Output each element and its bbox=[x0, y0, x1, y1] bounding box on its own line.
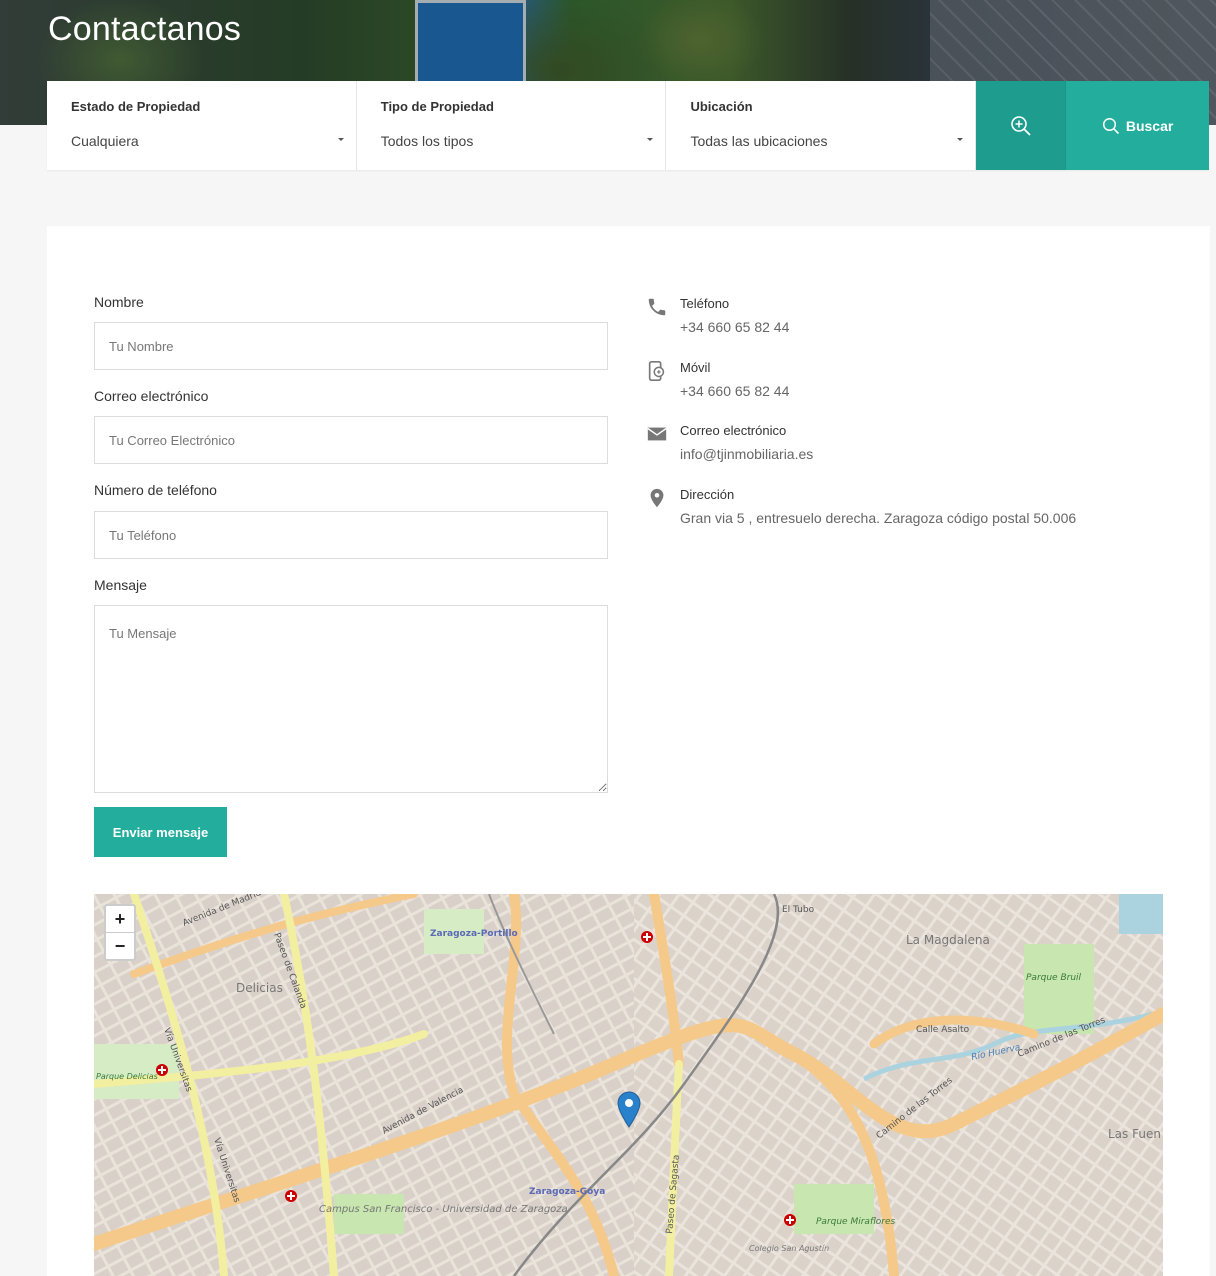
map-water bbox=[1119, 894, 1163, 934]
contact-card: Nombre Correo electrónico Número de telé… bbox=[47, 226, 1210, 1276]
contact-address-value: Gran via 5 , entresuelo derecha. Zaragoz… bbox=[680, 510, 1077, 526]
map-label: Parque Miraflores bbox=[816, 1217, 895, 1227]
type-select-value: Todos los tipos bbox=[380, 133, 474, 149]
search-icon bbox=[1102, 117, 1119, 134]
status-select-label: Estado de Propiedad bbox=[71, 99, 201, 114]
send-message-button[interactable]: Enviar mensaje bbox=[94, 807, 227, 857]
map-pin-icon bbox=[650, 488, 664, 508]
advanced-search-button[interactable] bbox=[976, 81, 1067, 170]
status-select[interactable]: Estado de Propiedad Cualquiera bbox=[47, 81, 357, 170]
contact-address-title: Dirección bbox=[680, 487, 735, 502]
location-select[interactable]: Ubicación Todas las ubicaciones bbox=[666, 81, 977, 170]
zoom-plus-icon bbox=[1010, 115, 1031, 136]
page-title: Contactanos bbox=[48, 10, 242, 48]
name-input[interactable] bbox=[94, 322, 608, 370]
search-button-label: Buscar bbox=[1125, 117, 1174, 134]
name-label: Nombre bbox=[94, 294, 144, 310]
contact-mobile-title: Móvil bbox=[680, 360, 711, 375]
location-map[interactable]: Avenida de Madrid Zaragoza-Portillo Deli… bbox=[94, 894, 1163, 1276]
contact-email-title: Correo electrónico bbox=[680, 423, 787, 438]
mail-icon bbox=[647, 427, 667, 441]
chevron-down-icon bbox=[957, 138, 964, 141]
chevron-down-icon bbox=[337, 138, 344, 141]
zoom-in-button[interactable]: + bbox=[106, 906, 134, 932]
map-label: Campus San Francisco - Universidad de Za… bbox=[319, 1204, 568, 1215]
chevron-down-icon bbox=[647, 138, 654, 141]
map-label: Calle Asalto bbox=[916, 1025, 970, 1035]
contact-mobile-value[interactable]: +34 660 65 82 44 bbox=[680, 383, 789, 399]
hospital-icon bbox=[784, 1214, 796, 1226]
map-label: Parque Bruil bbox=[1026, 973, 1082, 983]
hospital-icon bbox=[285, 1190, 297, 1202]
message-textarea[interactable] bbox=[94, 605, 608, 793]
hospital-icon bbox=[641, 931, 653, 943]
map-label: Zaragoza-Goya bbox=[529, 1187, 605, 1197]
zoom-out-button[interactable]: − bbox=[106, 932, 134, 959]
phone-label: Número de teléfono bbox=[94, 482, 217, 498]
map-park bbox=[1024, 944, 1094, 1034]
map-zoom-control: + − bbox=[104, 904, 136, 961]
type-select[interactable]: Tipo de Propiedad Todos los tipos bbox=[356, 81, 667, 170]
map-label: Zaragoza-Portillo bbox=[430, 929, 518, 939]
contact-phone-value[interactable]: +34 660 65 82 44 bbox=[680, 319, 789, 335]
phone-icon bbox=[648, 298, 666, 316]
location-marker-icon[interactable] bbox=[617, 1091, 641, 1129]
contact-email-value[interactable]: info@tjinmobiliaria.es bbox=[680, 446, 813, 462]
contact-phone-title: Teléfono bbox=[680, 296, 730, 311]
map-label: Colegio San Agustín bbox=[749, 1244, 829, 1253]
email-input[interactable] bbox=[94, 416, 608, 464]
map-label: Delicias bbox=[236, 981, 283, 995]
map-label: La Magdalena bbox=[906, 933, 990, 947]
map-label: Parque Delicias bbox=[96, 1072, 158, 1081]
status-select-value: Cualquiera bbox=[71, 133, 139, 149]
phone-input[interactable] bbox=[94, 511, 608, 559]
property-search-bar: Estado de Propiedad Cualquiera Tipo de P… bbox=[47, 81, 1209, 170]
mobile-icon bbox=[648, 361, 665, 381]
hospital-icon bbox=[156, 1064, 168, 1076]
map-tiles: Avenida de Madrid Zaragoza-Portillo Deli… bbox=[94, 894, 1163, 1276]
message-label: Mensaje bbox=[94, 577, 147, 593]
email-label: Correo electrónico bbox=[94, 388, 209, 404]
location-select-value: Todas las ubicaciones bbox=[690, 133, 828, 149]
map-label: Las Fuen bbox=[1108, 1127, 1161, 1141]
search-button[interactable]: Buscar bbox=[1066, 81, 1209, 170]
map-label: El Tubo bbox=[782, 905, 815, 915]
type-select-label: Tipo de Propiedad bbox=[380, 99, 494, 114]
location-select-label: Ubicación bbox=[690, 99, 753, 114]
